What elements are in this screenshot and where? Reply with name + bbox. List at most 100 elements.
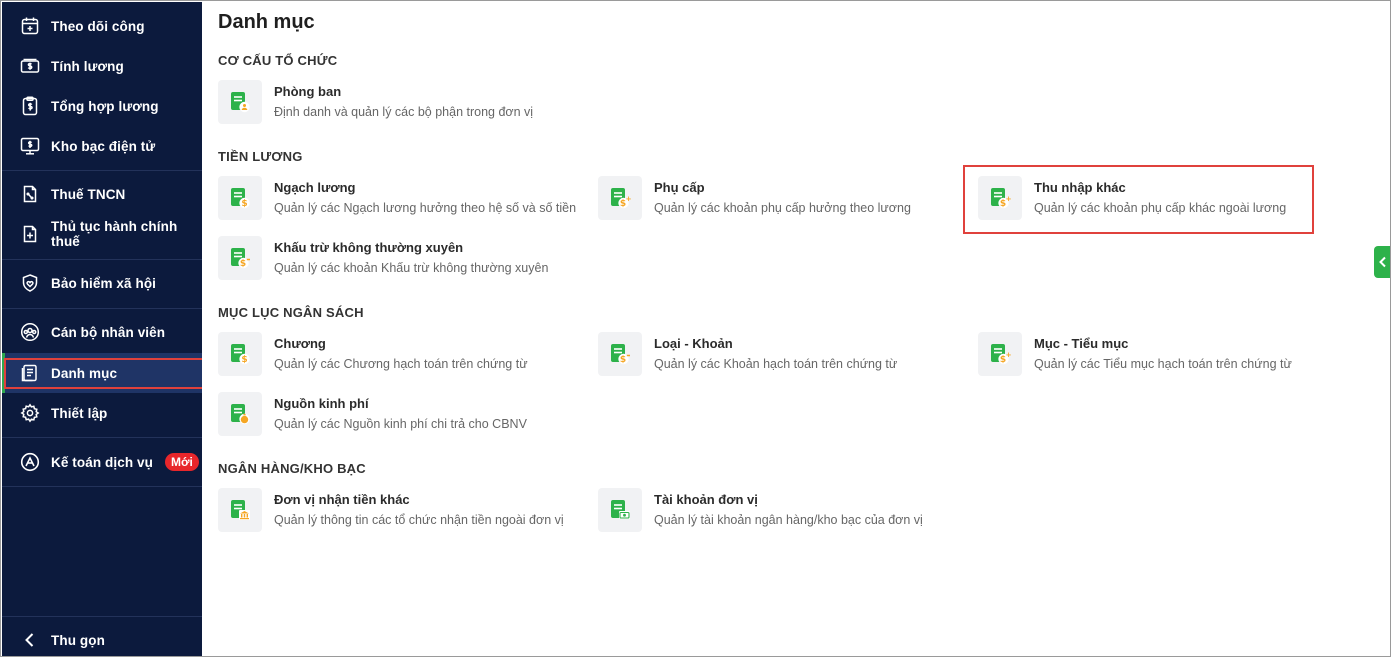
bank-recipient-icon [218, 488, 262, 532]
document-plus-icon [20, 224, 40, 244]
sidebar-item-danh-muc[interactable]: Danh mục [2, 353, 202, 393]
svg-text:+: + [1006, 351, 1011, 359]
card-ngach-luong[interactable]: $ Ngạch lương Quản lý các Ngạch lương hư… [218, 176, 578, 224]
department-icon [218, 80, 262, 124]
page-title: Danh mục [218, 11, 315, 33]
section-title: NGÂN HÀNG/KHO BẠC [218, 461, 366, 476]
card-title: Mục - Tiểu mục [1034, 336, 1129, 351]
sidebar-divider [2, 437, 202, 438]
accounting-service-icon [20, 452, 40, 472]
unit-account-icon [598, 488, 642, 532]
sub-item-icon: $ + [978, 332, 1022, 376]
sidebar-item-label: Tổng hợp lương [51, 98, 159, 114]
cash-icon [20, 56, 40, 76]
card-description: Quản lý các Nguồn kinh phí chi trả cho C… [274, 417, 527, 431]
card-phu-cap[interactable]: $ + Phụ cấp Quản lý các khoản phụ cấp hưở… [598, 176, 958, 224]
sidebar-item-thu-tuc-hanh-chinh-thue[interactable]: Thủ tục hành chính thuế [2, 214, 202, 254]
funding-source-icon [218, 392, 262, 436]
sidebar-item-can-bo-nhan-vien[interactable]: Cán bộ nhân viên [2, 312, 202, 352]
category-icon: $ [598, 332, 642, 376]
card-title: Ngạch lương [274, 180, 356, 195]
monitor-dollar-icon [20, 136, 40, 156]
sidebar-item-bao-hiem-xa-hoi[interactable]: Bảo hiểm xã hội [2, 263, 202, 303]
card-description: Quản lý các khoản phụ cấp hưởng theo lươ… [654, 201, 911, 215]
card-title: Loại - Khoản [654, 336, 733, 351]
sidebar-item-thue-tncn[interactable]: Thuế TNCN [2, 174, 202, 214]
sidebar-item-label: Kế toán dịch vụ [51, 454, 154, 470]
sidebar-divider [2, 308, 202, 309]
card-tai-khoan-don-vi[interactable]: Tài khoản đơn vị Quản lý tài khoản ngân … [598, 488, 958, 536]
tax-document-icon [20, 184, 40, 204]
gear-icon [20, 403, 40, 423]
card-title: Chương [274, 336, 326, 351]
section-title: CƠ CẤU TỔ CHỨC [218, 53, 338, 68]
calendar-plus-icon [20, 16, 40, 36]
users-circle-icon [20, 322, 40, 342]
allowance-icon: $ + [598, 176, 642, 220]
card-loai-khoan[interactable]: $ Loại - Khoản Quản lý các Khoản hạch to… [598, 332, 958, 380]
sidebar-item-label: Thuế TNCN [51, 186, 126, 202]
card-muc-tieu-muc[interactable]: $ + Mục - Tiểu mục Quản lý các Tiểu mục h… [978, 332, 1338, 380]
card-description: Quản lý các khoản Khấu trừ không thường … [274, 261, 549, 275]
other-income-icon: $ + [978, 176, 1022, 220]
card-thu-nhap-khac[interactable]: $ + Thu nhập khác Quản lý các khoản phụ c… [978, 176, 1338, 224]
sidebar-divider [2, 486, 202, 487]
main-content: Danh mục CƠ CẤU TỔ CHỨC Phòng ban Định d… [202, 2, 1390, 656]
card-phong-ban[interactable]: Phòng ban Định danh và quản lý các bộ ph… [218, 80, 578, 128]
sidebar-item-tong-hop-luong[interactable]: Tổng hợp lương [2, 86, 202, 126]
side-panel-toggle[interactable] [1374, 246, 1390, 278]
card-description: Quản lý tài khoản ngân hàng/kho bạc của … [654, 513, 923, 527]
collapse-button[interactable]: Thu gọn [2, 620, 202, 656]
card-title: Phụ cấp [654, 180, 705, 195]
section-title: TIỀN LƯƠNG [218, 149, 303, 164]
card-description: Quản lý các Khoản hạch toán trên chứng t… [654, 357, 898, 371]
sidebar-item-label: Thủ tục hành chính thuế [51, 219, 178, 249]
new-badge: Mới [165, 453, 199, 471]
sidebar-item-label: Tính lương [51, 58, 124, 74]
card-chuong[interactable]: $ Chương Quản lý các Chương hạch toán tr… [218, 332, 578, 380]
sidebar-item-label: Thiết lập [51, 405, 108, 421]
salary-scale-icon: $ [218, 176, 262, 220]
card-title: Phòng ban [274, 84, 342, 99]
sidebar-item-thiet-lap[interactable]: Thiết lập [2, 393, 202, 433]
sidebar-item-label: Danh mục [51, 365, 118, 381]
sidebar: Theo dõi công Tính lương Tổng hợp lương … [2, 2, 204, 656]
card-description: Quản lý thông tin các tổ chức nhận tiền … [274, 513, 564, 527]
chapter-icon: $ [218, 332, 262, 376]
clipboard-dollar-icon [20, 96, 40, 116]
card-description: Quản lý các khoản phụ cấp khác ngoài lươ… [1034, 201, 1287, 215]
sidebar-item-label: Theo dõi công [51, 18, 145, 34]
card-khau-tru-khong-thuong-xuyen[interactable]: $ Khấu trừ không thường xuyên Quản lý cá… [218, 236, 578, 284]
card-description: Định danh và quản lý các bộ phận trong đ… [274, 105, 534, 119]
sidebar-divider [2, 170, 202, 171]
sidebar-item-label: Cán bộ nhân viên [51, 324, 166, 340]
list-document-icon [20, 363, 40, 383]
sidebar-item-tinh-luong[interactable]: Tính lương [2, 46, 202, 86]
card-description: Quản lý các Chương hạch toán trên chứng … [274, 357, 528, 371]
collapse-label: Thu gọn [51, 632, 105, 648]
card-title: Thu nhập khác [1034, 180, 1126, 195]
card-don-vi-nhan-tien-khac[interactable]: Đơn vị nhận tiền khác Quản lý thông tin … [218, 488, 578, 536]
app-window: Theo dõi công Tính lương Tổng hợp lương … [0, 0, 1391, 657]
svg-text:+: + [1006, 195, 1011, 203]
card-description: Quản lý các Tiểu mục hạch toán trên chứn… [1034, 357, 1292, 371]
card-nguon-kinh-phi[interactable]: Nguồn kinh phí Quản lý các Nguồn kinh ph… [218, 392, 578, 440]
card-title: Đơn vị nhận tiền khác [274, 492, 410, 507]
sidebar-divider [2, 616, 202, 617]
chevron-left-icon [20, 630, 40, 650]
shield-heart-icon [20, 273, 40, 293]
chevron-left-icon [1378, 256, 1388, 268]
svg-text:$: $ [240, 259, 246, 269]
card-description: Quản lý các Ngạch lương hưởng theo hệ số… [274, 201, 577, 215]
sidebar-divider [2, 259, 202, 260]
svg-text:$: $ [241, 355, 247, 365]
sidebar-item-ke-toan-dich-vu[interactable]: Kế toán dịch vụ Mới [2, 442, 202, 482]
card-title: Tài khoản đơn vị [654, 492, 758, 507]
card-title: Nguồn kinh phí [274, 396, 369, 411]
sidebar-item-kho-bac-dien-tu[interactable]: Kho bạc điện tử [2, 126, 202, 166]
sidebar-item-theo-doi-cong[interactable]: Theo dõi công [2, 6, 202, 46]
section-title: MỤC LỤC NGÂN SÁCH [218, 305, 364, 320]
svg-text:$: $ [620, 355, 626, 365]
svg-text:+: + [626, 195, 631, 203]
card-title: Khấu trừ không thường xuyên [274, 240, 464, 255]
